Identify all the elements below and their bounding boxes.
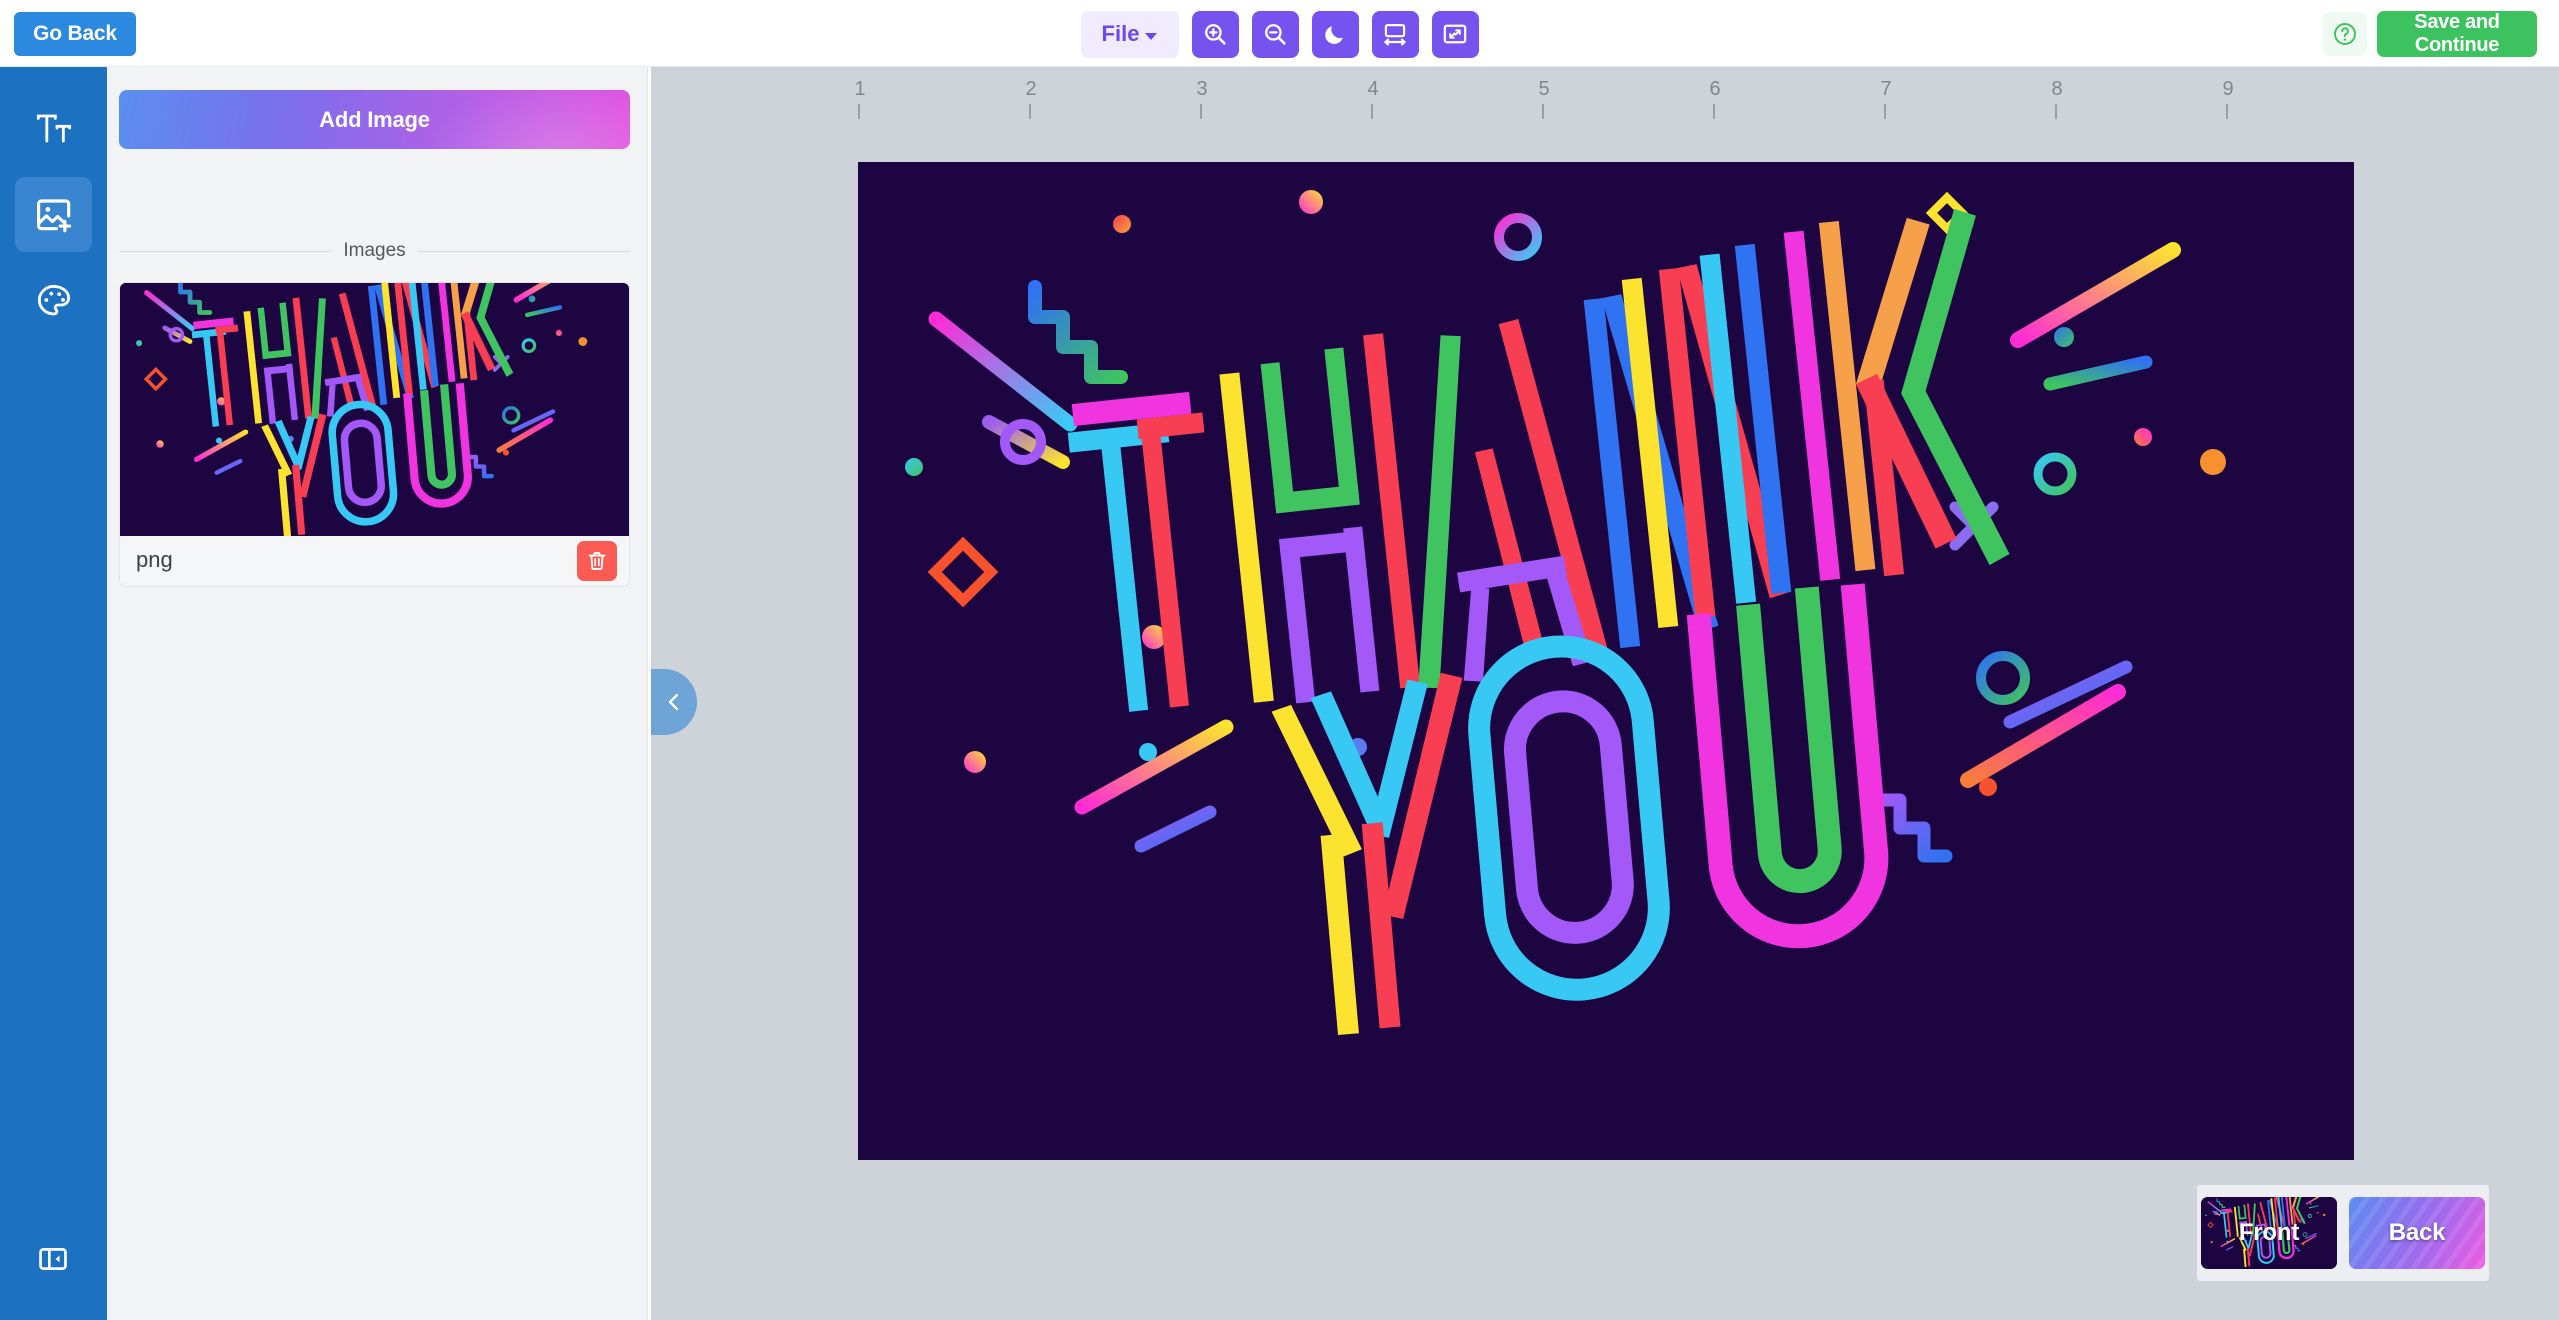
image-add-icon	[36, 198, 71, 232]
sidebar-item-text[interactable]	[15, 91, 92, 166]
ruler-tick-label: 9	[2222, 78, 2234, 100]
zoom-in-button[interactable]	[1191, 10, 1239, 58]
ruler-tick-label: 3	[1196, 78, 1208, 100]
ruler-tick-mark	[1029, 104, 1031, 119]
canvas-stage: 1 2 3 4 5 6 7 8 9 Front Back	[651, 67, 2559, 1320]
divider-line-left	[119, 250, 332, 252]
side-option-back-label: Back	[2388, 1219, 2446, 1246]
chevron-left-icon	[668, 693, 679, 711]
go-back-button[interactable]: Go Back	[14, 12, 136, 56]
ruler-tick: 1	[854, 67, 866, 119]
dark-mode-button[interactable]	[1311, 10, 1359, 58]
trash-icon	[588, 552, 606, 570]
side-selector: Front Back	[2197, 1185, 2489, 1281]
file-menu-button[interactable]: File	[1080, 10, 1179, 58]
ruler-tick-label: 6	[1709, 78, 1721, 100]
app-header: Go Back File Save and Continue	[0, 0, 2559, 67]
help-circle-icon	[2334, 23, 2356, 45]
chevron-down-icon	[1145, 32, 1158, 40]
ruler-tick: 4	[1367, 67, 1379, 119]
thank-you-artwork-thumb	[120, 283, 630, 536]
ruler-tick: 8	[2051, 67, 2063, 119]
ruler-tick-label: 5	[1538, 78, 1550, 100]
ruler-tick-mark	[1542, 104, 1544, 119]
images-section-label: Images	[343, 240, 406, 261]
ruler-tick-label: 7	[1880, 78, 1892, 100]
ruler-tick-mark	[2055, 104, 2057, 119]
canvas-toolbar: File	[1080, 10, 1479, 58]
sidebar-collapse-icon	[39, 1248, 67, 1270]
ruler-tick-label: 4	[1367, 78, 1379, 100]
thank-you-artwork	[858, 162, 2354, 1160]
left-tool-rail	[0, 67, 107, 1320]
image-filename: png	[136, 547, 173, 572]
add-image-button[interactable]: Add Image	[119, 90, 630, 149]
ruler-tick-mark	[1371, 104, 1373, 119]
ruler-tick-label: 1	[854, 78, 866, 100]
ruler-tick-mark	[2226, 104, 2228, 119]
ruler-tick-mark	[1713, 104, 1715, 119]
ruler-tick: 2	[1025, 67, 1037, 119]
zoom-out-icon	[1265, 24, 1286, 45]
zoom-in-icon	[1205, 24, 1226, 45]
save-and-continue-button[interactable]: Save and Continue	[2377, 11, 2537, 57]
side-option-front[interactable]: Front	[2201, 1197, 2337, 1269]
dark-mode-icon	[1325, 26, 1343, 44]
ruler-tick-label: 8	[2051, 78, 2063, 100]
images-section-divider: Images	[119, 240, 630, 261]
ruler-tick-mark	[1884, 104, 1886, 119]
sidebar-collapse-button[interactable]	[26, 1232, 80, 1286]
fit-screen-icon	[1443, 24, 1467, 44]
text-tool-icon	[36, 114, 71, 142]
ruler-tick: 3	[1196, 67, 1208, 119]
collapse-panel-toggle[interactable]	[651, 669, 697, 735]
ruler-tick: 7	[1880, 67, 1892, 119]
sidebar-item-images[interactable]	[15, 177, 92, 252]
horizontal-ruler: 1 2 3 4 5 6 7 8 9	[651, 67, 2559, 119]
side-option-front-label: Front	[2238, 1219, 2300, 1246]
palette-icon	[37, 284, 70, 315]
help-button[interactable]	[2323, 12, 2367, 56]
fit-width-icon	[1384, 24, 1406, 46]
ruler-tick-label: 2	[1025, 78, 1037, 100]
ruler-tick: 9	[2222, 67, 2234, 119]
ruler-tick-mark	[858, 104, 860, 119]
zoom-out-button[interactable]	[1251, 10, 1299, 58]
list-item[interactable]: png	[119, 282, 630, 587]
ruler-tick: 6	[1709, 67, 1721, 119]
image-thumbnail[interactable]	[120, 283, 630, 536]
delete-image-button[interactable]	[577, 541, 617, 581]
fit-width-button[interactable]	[1371, 10, 1419, 58]
sidebar-item-colors[interactable]	[15, 263, 92, 338]
file-menu-label: File	[1101, 21, 1140, 46]
artboard[interactable]	[858, 162, 2354, 1160]
divider-line-right	[417, 250, 630, 252]
image-meta-row: png	[120, 535, 629, 586]
side-option-back[interactable]: Back	[2349, 1197, 2485, 1269]
ruler-tick-mark	[1200, 104, 1202, 119]
images-panel: Add Image Images png	[107, 67, 648, 1320]
ruler-tick: 5	[1538, 67, 1550, 119]
fit-screen-button[interactable]	[1431, 10, 1479, 58]
